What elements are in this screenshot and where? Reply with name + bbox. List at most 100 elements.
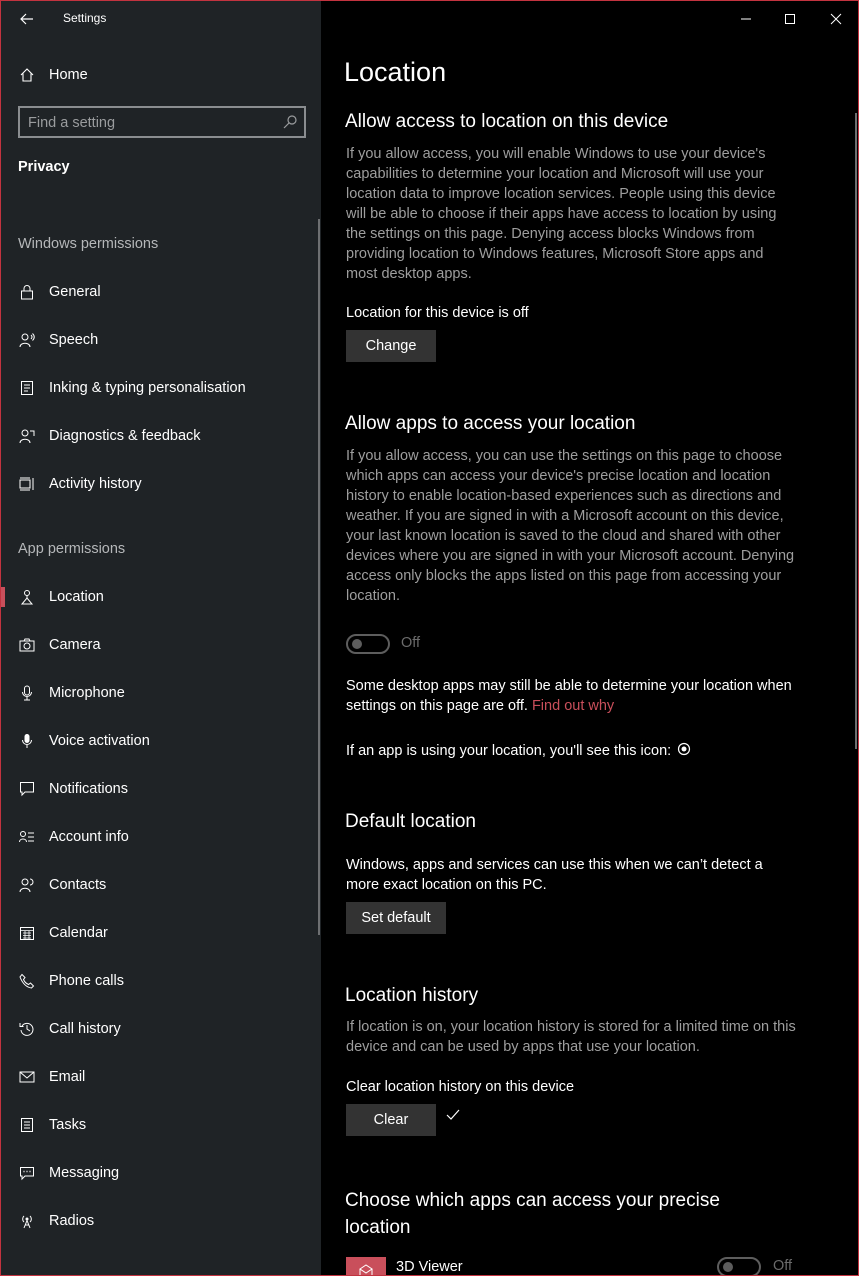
radios-icon — [17, 1211, 37, 1231]
sidebar-item-speech[interactable]: Speech — [1, 320, 321, 360]
settings-window: Settings Home Privacy Windows permission… — [0, 0, 859, 1276]
call-history-icon — [17, 1019, 37, 1039]
sidebar-item-label: Tasks — [49, 1117, 87, 1133]
sidebar-item-notifications[interactable]: Notifications — [1, 769, 321, 809]
find-out-why-link[interactable]: Find out why — [532, 698, 614, 714]
back-arrow-icon — [20, 13, 33, 25]
sidebar-item-microphone[interactable]: Microphone — [1, 673, 321, 713]
sidebar-item-label: Notifications — [49, 781, 128, 797]
close-icon — [830, 13, 842, 25]
app-toggle-state: Off — [773, 1258, 793, 1274]
location-icon — [17, 587, 37, 607]
clear-history-label: Clear location history on this device — [346, 1079, 575, 1095]
sidebar-item-label: Diagnostics & feedback — [49, 428, 201, 444]
sidebar-item-label: Speech — [49, 332, 99, 348]
maximize-button[interactable] — [778, 7, 802, 31]
sidebar-item-label: Email — [49, 1069, 86, 1085]
change-button[interactable]: Change — [346, 330, 436, 362]
sidebar-item-calendar[interactable]: Calendar — [1, 913, 321, 953]
sidebar-item-label: Call history — [49, 1021, 121, 1037]
sidebar-item-activity-history[interactable]: Activity history — [1, 464, 321, 504]
toggle-knob — [352, 639, 362, 649]
phone-icon — [17, 971, 37, 991]
apps-access-description: If you allow access, you can use the set… — [346, 448, 795, 604]
maximize-icon — [785, 14, 795, 24]
sidebar-item-label: Voice activation — [49, 733, 150, 749]
sidebar-item-general[interactable]: General — [1, 272, 321, 312]
sidebar-item-location[interactable]: Location — [1, 577, 321, 617]
sidebar-item-inking[interactable]: Inking & typing personalisation — [1, 368, 321, 408]
group-heading-app-permissions: App permissions — [18, 541, 126, 557]
device-location-status: Location for this device is off — [346, 305, 529, 321]
voice-activation-icon — [17, 731, 37, 751]
location-in-use-text: If an app is using your location, you'll… — [346, 743, 672, 759]
sidebar-item-home[interactable]: Home — [1, 55, 321, 95]
diagnostics-icon — [17, 426, 37, 446]
notifications-icon — [17, 779, 37, 799]
sidebar-item-label: Home — [49, 67, 88, 83]
tasks-icon — [17, 1115, 37, 1135]
section-heading-default-location: Default location — [345, 811, 476, 832]
search-input[interactable] — [28, 113, 268, 133]
sidebar-item-label: Radios — [49, 1213, 95, 1229]
apps-location-toggle-state: Off — [401, 635, 421, 651]
sidebar-item-label: Phone calls — [49, 973, 124, 989]
minimize-icon — [741, 18, 751, 20]
desktop-apps-note: Some desktop apps may still be able to d… — [346, 676, 796, 716]
set-default-button[interactable]: Set default — [346, 902, 446, 934]
inking-icon — [17, 378, 37, 398]
lock-icon — [17, 282, 37, 302]
sidebar-item-label: General — [49, 284, 101, 300]
sidebar-scrollbar[interactable] — [318, 219, 320, 935]
sidebar-item-messaging[interactable]: Messaging — [1, 1153, 321, 1193]
3d-viewer-app-icon — [346, 1257, 386, 1275]
email-icon — [17, 1067, 37, 1087]
location-history-description: If location is on, your location history… — [346, 1019, 796, 1055]
content-scrollbar[interactable] — [855, 113, 857, 749]
checkmark-icon — [446, 1109, 460, 1120]
sidebar-item-voice-activation[interactable]: Voice activation — [1, 721, 321, 761]
back-button[interactable] — [15, 7, 39, 31]
sidebar-item-label: Messaging — [49, 1165, 120, 1181]
account-info-icon — [17, 827, 37, 847]
main-content: Location Allow access to location on thi… — [321, 1, 858, 1275]
choose-apps-heading-line2: location — [345, 1217, 411, 1238]
sidebar-item-label: Activity history — [49, 476, 142, 492]
sidebar-item-account-info[interactable]: Account info — [1, 817, 321, 857]
title-bar-left: Settings — [1, 1, 321, 37]
section-heading-apps-access: Allow apps to access your location — [345, 413, 636, 434]
section-heading-location-history: Location history — [345, 985, 479, 1006]
sidebar-item-label: Microphone — [49, 685, 125, 701]
sidebar-item-phone-calls[interactable]: Phone calls — [1, 961, 321, 1001]
search-box[interactable] — [18, 106, 306, 138]
choose-apps-heading-line1: Choose which apps can access your precis… — [345, 1190, 720, 1211]
sidebar: Settings Home Privacy Windows permission… — [1, 1, 321, 1275]
location-in-use-note: If an app is using your location, you'll… — [346, 741, 691, 761]
messaging-icon — [17, 1163, 37, 1183]
app-location-toggle[interactable] — [717, 1257, 761, 1275]
sidebar-item-diagnostics[interactable]: Diagnostics & feedback — [1, 416, 321, 456]
camera-icon — [17, 635, 37, 655]
sidebar-item-tasks[interactable]: Tasks — [1, 1105, 321, 1145]
sidebar-item-contacts[interactable]: Contacts — [1, 865, 321, 905]
apps-location-toggle[interactable] — [346, 634, 390, 654]
search-icon[interactable] — [282, 114, 298, 130]
contacts-icon — [17, 875, 37, 895]
speech-icon — [17, 330, 37, 350]
minimize-button[interactable] — [734, 7, 758, 31]
close-button[interactable] — [824, 7, 848, 31]
group-heading-windows-permissions: Windows permissions — [18, 236, 159, 252]
sidebar-item-radios[interactable]: Radios — [1, 1201, 321, 1241]
clear-button[interactable]: Clear — [346, 1104, 436, 1136]
section-heading-device-access: Allow access to location on this device — [345, 111, 669, 132]
sidebar-item-label: Location — [49, 589, 104, 605]
device-access-description: If you allow access, you will enable Win… — [346, 146, 777, 282]
page-title: Location — [344, 57, 447, 87]
sidebar-item-call-history[interactable]: Call history — [1, 1009, 321, 1049]
sidebar-item-email[interactable]: Email — [1, 1057, 321, 1097]
app-name: 3D Viewer — [396, 1259, 463, 1275]
sidebar-item-camera[interactable]: Camera — [1, 625, 321, 665]
toggle-knob — [723, 1262, 733, 1272]
microphone-icon — [17, 683, 37, 703]
calendar-icon — [17, 923, 37, 943]
